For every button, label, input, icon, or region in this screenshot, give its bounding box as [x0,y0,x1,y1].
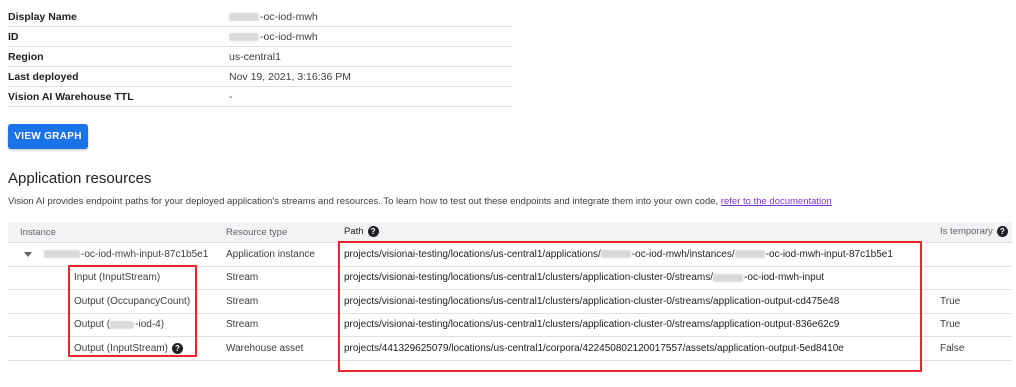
section-description: Vision AI provides endpoint paths for yo… [8,196,832,207]
type-cell: Application instance [226,248,315,260]
temporary-cell: False [940,342,965,354]
column-header-path[interactable]: Path? [344,226,940,238]
property-row: Display Name -oc-iod-mwh [8,7,513,27]
instance-cell: -oc-iod-mwh-input-87c1b5e1 [8,249,226,260]
view-graph-button[interactable]: VIEW GRAPH [8,124,88,149]
column-header-temporary[interactable]: Is temporary? [940,226,1012,238]
properties-table: Display Name -oc-iod-mwh ID -oc-iod-mwh … [8,7,513,107]
type-cell: Stream [226,295,259,307]
property-key: Vision AI Warehouse TTL [8,90,134,103]
property-value: - [229,90,233,103]
column-header-instance[interactable]: Instance [8,227,226,238]
temporary-cell: True [940,295,961,307]
property-value: -oc-iod-mwh [229,31,318,43]
section-title: Application resources [8,170,152,187]
temporary-cell: True [940,319,961,331]
property-key: Last deployed [8,70,79,83]
type-cell: Stream [226,319,259,331]
type-cell: Warehouse asset [226,342,304,354]
property-key: Region [8,50,44,63]
column-header-type[interactable]: Resource type [226,227,344,238]
type-cell: Stream [226,272,259,284]
redacted-text [229,12,259,21]
property-value: -oc-iod-mwh [229,11,318,23]
property-value: us-central1 [229,50,281,63]
property-row: Region us-central1 [8,47,513,67]
redacted-text [229,32,259,41]
table-header: Instance Resource type Path? Is temporar… [8,222,1012,243]
highlight-box-paths [338,241,922,372]
highlight-box-instances [68,265,197,357]
help-icon[interactable]: ? [367,226,379,238]
property-key: Display Name [8,10,77,23]
property-row: ID -oc-iod-mwh [8,27,513,47]
redacted-text [44,250,80,259]
property-row: Vision AI Warehouse TTL - [8,87,513,107]
property-key: ID [8,30,19,43]
property-value: Nov 19, 2021, 3:16:36 PM [229,70,351,83]
help-icon[interactable]: ? [996,226,1008,238]
documentation-link[interactable]: refer to the documentation [721,196,832,207]
caret-down-icon[interactable] [24,251,32,257]
property-row: Last deployed Nov 19, 2021, 3:16:36 PM [8,67,513,87]
